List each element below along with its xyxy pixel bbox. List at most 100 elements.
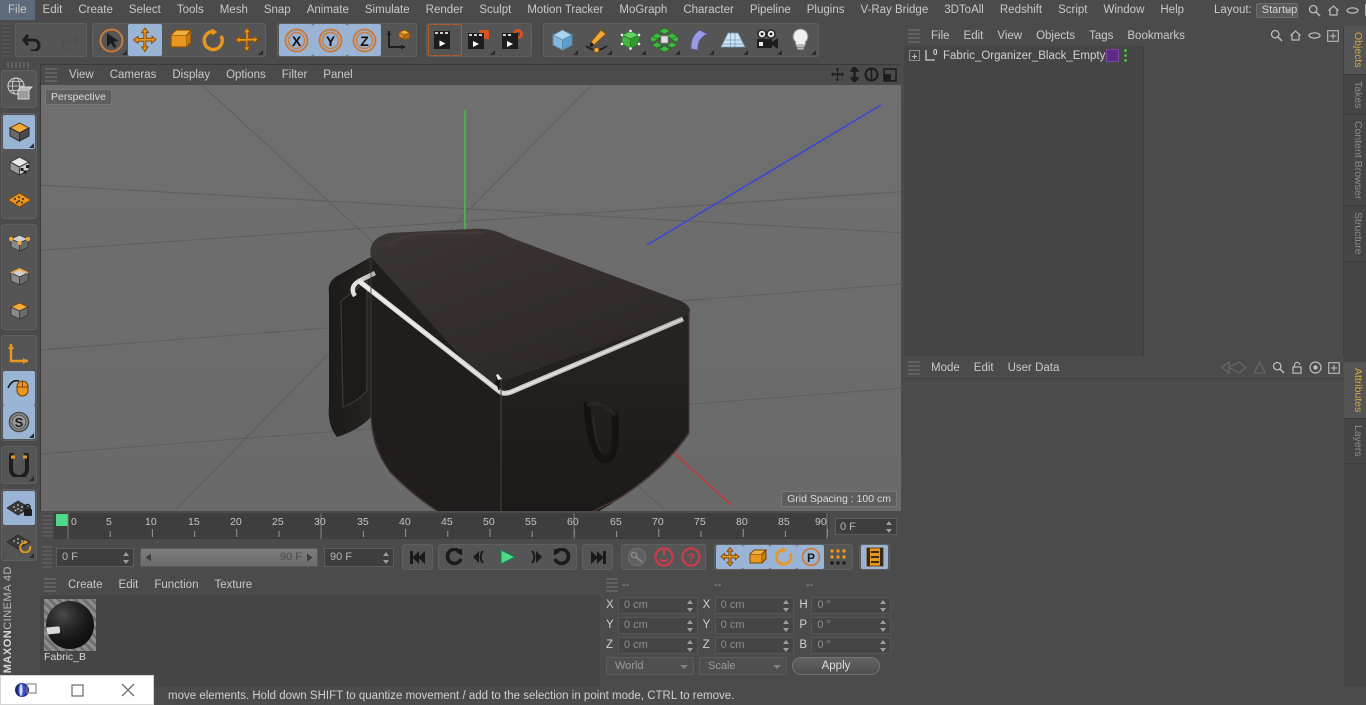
material-menu-function[interactable]: Function — [146, 575, 206, 595]
viewport-menu-view[interactable]: View — [61, 65, 102, 85]
menu-item-select[interactable]: Select — [121, 0, 169, 20]
lock-workplane-button[interactable] — [3, 491, 35, 525]
tab-takes[interactable]: Takes — [1344, 74, 1366, 116]
dolly-view-icon[interactable] — [849, 67, 860, 82]
rotation-p-input[interactable]: 0 ° — [811, 616, 892, 634]
redo-button[interactable] — [51, 24, 85, 56]
spinner-icon[interactable] — [783, 599, 790, 612]
timeline-ruler[interactable]: 0 5 10 15 20 25 30 35 40 45 50 55 60 65 … — [54, 513, 829, 539]
make-editable-button[interactable] — [3, 115, 35, 149]
layout-dropdown[interactable]: Startup — [1255, 2, 1299, 18]
polygons-mode-button[interactable] — [3, 294, 35, 328]
tab-attributes[interactable]: Attributes — [1344, 361, 1366, 420]
timeline-grip[interactable] — [42, 515, 52, 537]
timeline-frame-field[interactable]: 0 F — [835, 517, 897, 535]
object-manager-grip[interactable] — [908, 29, 920, 43]
menu-item-redshift[interactable]: Redshift — [992, 0, 1050, 20]
parameter-key-button[interactable]: P — [797, 545, 824, 569]
position-x-input[interactable]: 0 cm — [618, 596, 698, 614]
enable-axis-button[interactable] — [3, 371, 35, 405]
close-icon[interactable] — [102, 675, 153, 705]
object-menu-tags[interactable]: Tags — [1082, 26, 1120, 46]
object-manager-row[interactable]: 0 Fabric_Organizer_Black_Empty — [904, 46, 1343, 65]
viewport-grip[interactable] — [45, 68, 57, 82]
light-button[interactable] — [783, 24, 817, 56]
soft-selection-button[interactable]: S — [3, 405, 35, 439]
tab-structure[interactable]: Structure — [1344, 206, 1366, 262]
menu-item-sculpt[interactable]: Sculpt — [471, 0, 519, 20]
axis-z-button[interactable]: Z — [347, 24, 381, 56]
range-left-arrow-icon[interactable] — [144, 553, 153, 562]
object-menu-objects[interactable]: Objects — [1029, 26, 1082, 46]
menu-item-pipeline[interactable]: Pipeline — [742, 0, 799, 20]
spinner-icon[interactable] — [123, 551, 130, 564]
material-item[interactable]: Fabric_B — [44, 599, 96, 663]
spinner-icon[interactable] — [686, 639, 694, 652]
menu-item-plugins[interactable]: Plugins — [799, 0, 853, 20]
texture-mode-button[interactable] — [3, 183, 35, 217]
target-icon[interactable] — [1309, 361, 1322, 374]
step-back-button[interactable] — [467, 545, 494, 569]
plus-box-icon[interactable] — [1328, 361, 1340, 374]
search-icon[interactable] — [1272, 361, 1285, 374]
spinner-icon[interactable] — [880, 619, 887, 632]
max-frame-field[interactable]: 90 F — [324, 547, 394, 567]
next-keyframe-button[interactable] — [548, 545, 575, 569]
world-object-coords-button[interactable] — [381, 24, 415, 56]
live-selection-button[interactable] — [94, 24, 128, 56]
menu-item-mesh[interactable]: Mesh — [212, 0, 256, 20]
palette-grip[interactable] — [7, 62, 31, 68]
nurbs-button[interactable] — [613, 24, 647, 56]
coordinate-system-dropdown[interactable]: World — [606, 657, 694, 675]
current-frame-field[interactable]: 0 F — [56, 547, 134, 567]
record-active-objects-button[interactable] — [623, 545, 650, 569]
go-to-end-button[interactable] — [584, 545, 611, 569]
viewport-menu-panel[interactable]: Panel — [315, 65, 360, 85]
edges-mode-button[interactable] — [3, 260, 35, 294]
apply-button[interactable]: Apply — [792, 657, 880, 675]
material-manager-grip[interactable] — [44, 578, 56, 592]
object-menu-edit[interactable]: Edit — [957, 26, 991, 46]
attributes-manager-grip[interactable] — [908, 361, 920, 375]
timeline-track[interactable]: 0 5 10 15 20 25 30 35 40 45 50 55 60 65 … — [54, 513, 829, 539]
rotate-button[interactable] — [196, 24, 230, 56]
viewport-scene[interactable]: Y X Z — [41, 85, 901, 511]
magnet-tool-button[interactable] — [3, 448, 35, 482]
toolbar-grip[interactable] — [2, 23, 12, 57]
attributes-menu-user-data[interactable]: User Data — [1001, 358, 1067, 378]
position-z-input[interactable]: 0 cm — [618, 636, 698, 654]
camera-button[interactable] — [749, 24, 783, 56]
size-z-input[interactable]: 0 cm — [714, 636, 795, 654]
menu-item-simulate[interactable]: Simulate — [357, 0, 418, 20]
scale-key-button[interactable] — [743, 545, 770, 569]
previous-keyframe-button[interactable] — [440, 545, 467, 569]
playbar-grip[interactable] — [42, 546, 52, 568]
visibility-dots-icon[interactable] — [1124, 49, 1127, 62]
menu-item-vray-bridge[interactable]: V-Ray Bridge — [852, 0, 936, 20]
axis-y-button[interactable]: Y — [313, 24, 347, 56]
render-settings-button[interactable] — [496, 24, 530, 56]
object-manager-body[interactable]: 0 Fabric_Organizer_Black_Empty — [904, 46, 1343, 356]
coordinates-grip[interactable] — [606, 578, 618, 592]
maximize-view-icon[interactable] — [883, 67, 897, 82]
material-menu-texture[interactable]: Texture — [206, 575, 260, 595]
spinner-icon[interactable] — [783, 639, 790, 652]
ellipse-icon[interactable] — [1308, 31, 1321, 40]
render-to-picture-viewer-button[interactable] — [462, 24, 496, 56]
tab-layers[interactable]: Layers — [1344, 419, 1366, 464]
step-forward-button[interactable] — [521, 545, 548, 569]
tab-objects[interactable]: Objects — [1344, 26, 1366, 75]
timeline-view-button[interactable] — [861, 545, 888, 569]
viewport-menu-display[interactable]: Display — [164, 65, 218, 85]
menu-item-mograph[interactable]: MoGraph — [611, 0, 675, 20]
menu-item-render[interactable]: Render — [418, 0, 472, 20]
menu-item-3dtoall[interactable]: 3DToAll — [936, 0, 992, 20]
range-right-arrow-icon[interactable] — [305, 553, 314, 562]
undo-button[interactable] — [17, 24, 51, 56]
viewport-menu-cameras[interactable]: Cameras — [102, 65, 165, 85]
up-nav-icon[interactable] — [1253, 361, 1266, 374]
spinner-icon[interactable] — [686, 619, 694, 632]
axis-x-button[interactable]: X — [279, 24, 313, 56]
pan-view-icon[interactable] — [830, 67, 845, 82]
attributes-menu-mode[interactable]: Mode — [924, 358, 967, 378]
